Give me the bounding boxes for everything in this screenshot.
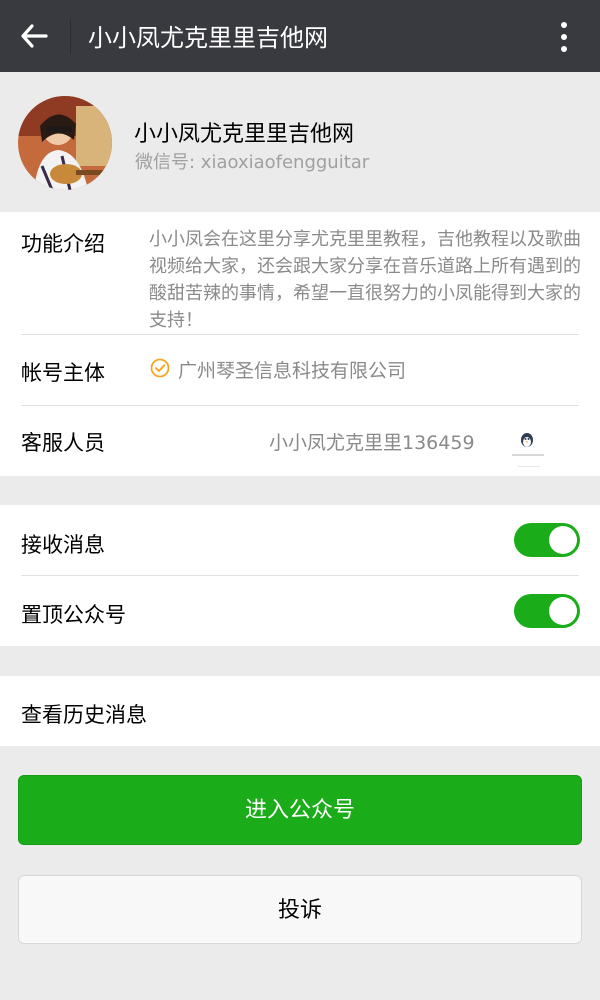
account-name: 小小凤尤克里里吉他网: [134, 122, 355, 147]
subject-company[interactable]: 广州琴圣信息科技有限公司: [178, 356, 406, 383]
pin-account-label: 置顶公众号: [21, 603, 126, 627]
report-button[interactable]: 投诉: [18, 875, 582, 944]
history-label[interactable]: 查看历史消息: [21, 699, 147, 729]
pin-account-toggle[interactable]: [514, 594, 580, 628]
toggle-knob: [549, 597, 577, 625]
toggle-knob: [549, 526, 577, 554]
avatar-image: [18, 96, 112, 190]
profile-header: 小小凤尤克里里吉他网 微信号: xiaoxiaofengguitar: [0, 72, 600, 212]
cs-avatar[interactable]: [508, 426, 548, 470]
topbar-divider: [70, 20, 71, 54]
verified-check-icon: [150, 358, 170, 378]
wechat-id-label: 微信号:: [135, 152, 201, 173]
back-button[interactable]: [12, 16, 56, 56]
wechat-id-line: 微信号: xiaoxiaofengguitar: [135, 148, 369, 174]
wechat-id-value: xiaoxiaofengguitar: [200, 152, 370, 173]
top-bar: 小小凤尤克里里吉他网: [0, 0, 600, 72]
row-divider: [21, 575, 579, 576]
intro-text: 小小凤会在这里分享尤克里里教程，吉他教程以及歌曲视频给大家，还会跟大家分享在音乐…: [149, 229, 581, 331]
subject-label: 帐号主体: [21, 361, 105, 385]
page-title: 小小凤尤克里里吉他网: [88, 24, 328, 52]
cs-name[interactable]: 小小凤尤克里里136459: [269, 428, 475, 455]
intro-label: 功能介绍: [21, 232, 105, 256]
cs-label: 客服人员: [21, 431, 105, 455]
receive-messages-toggle[interactable]: [514, 523, 580, 557]
enter-account-button[interactable]: 进入公众号: [18, 775, 582, 845]
more-vertical-icon: [561, 22, 567, 52]
arrow-left-icon: [21, 24, 48, 48]
penguin-icon: [512, 433, 544, 467]
row-divider: [21, 405, 579, 406]
avatar: [18, 96, 112, 190]
row-divider: [21, 334, 579, 335]
receive-messages-label: 接收消息: [21, 533, 105, 557]
more-button[interactable]: [544, 16, 584, 58]
